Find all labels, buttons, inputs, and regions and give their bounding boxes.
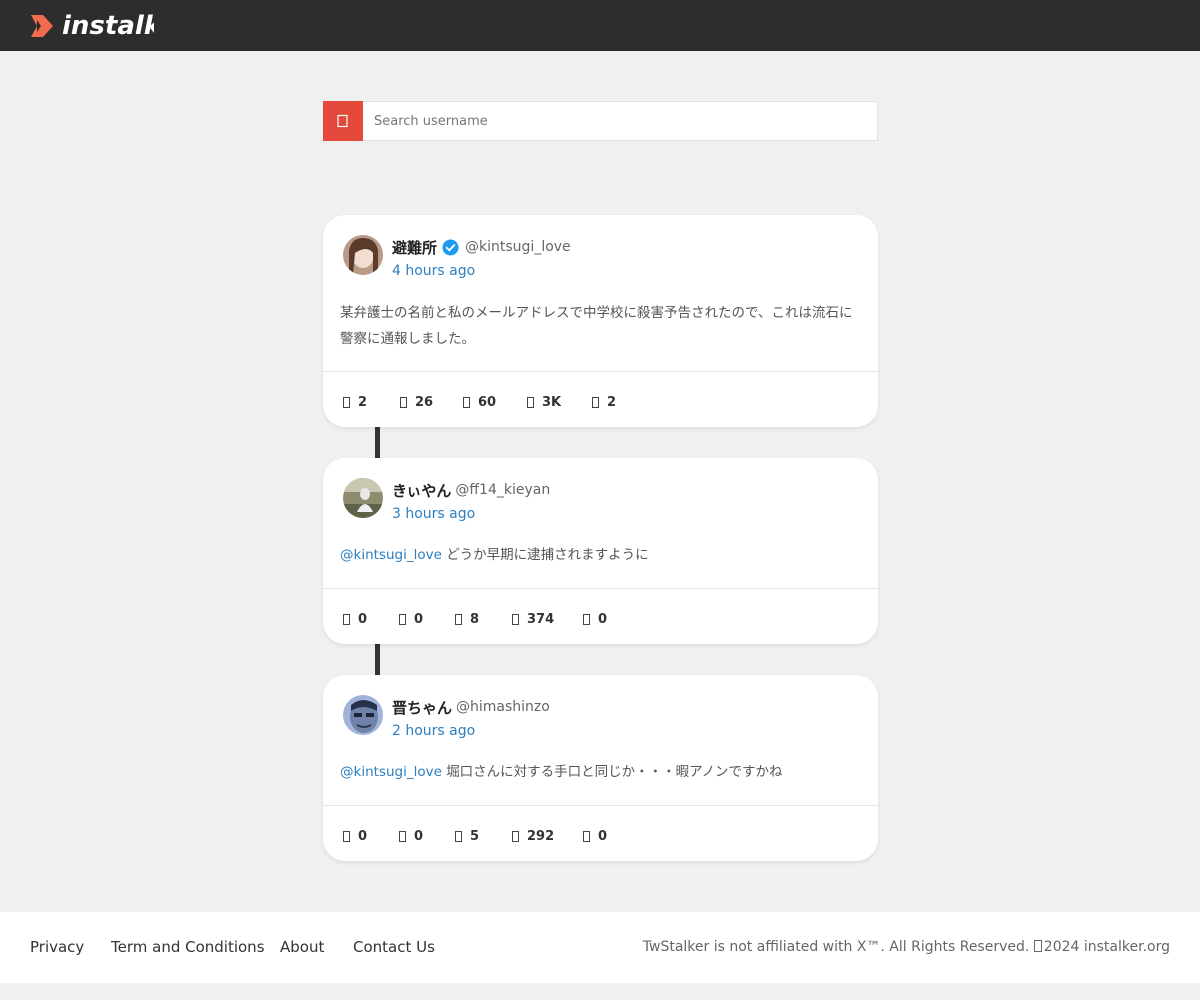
search-bar: [323, 101, 878, 141]
views-icon: [527, 396, 534, 408]
post-stats: 0 0 5 292 0: [343, 826, 607, 846]
avatar[interactable]: [343, 478, 383, 518]
views-icon: [512, 830, 519, 842]
copyright-notice: TwStalker is not affiliated with X™. All…: [643, 939, 1170, 955]
retweet-icon: [399, 830, 406, 842]
author-handle[interactable]: @ff14_kieyan: [455, 482, 550, 498]
view-count[interactable]: 3K: [527, 395, 592, 410]
bookmark-count[interactable]: 0: [583, 829, 607, 844]
reply-count[interactable]: 0: [343, 612, 399, 627]
retweet-count[interactable]: 26: [400, 395, 463, 410]
like-count[interactable]: 5: [455, 829, 512, 844]
mention-link[interactable]: @kintsugi_love: [340, 547, 442, 563]
copyright-year-site: 2024 instalker.org: [1043, 939, 1170, 955]
heart-icon: [455, 613, 462, 625]
post-body: 堀口さんに対する手口と同じか・・・暇アノンですかね: [446, 764, 783, 780]
post-card: 晋ちゃん @himashinzo 2 hours ago @kintsugi_l…: [323, 675, 878, 861]
author-row: 避難所 @kintsugi_love: [392, 235, 571, 259]
author-handle[interactable]: @himashinzo: [456, 699, 550, 715]
divider: [323, 588, 878, 589]
retweet-icon: [399, 613, 406, 625]
search-input[interactable]: [363, 102, 877, 140]
bookmark-icon: [592, 396, 599, 408]
reply-count[interactable]: 2: [343, 395, 400, 410]
bookmark-icon: [583, 613, 590, 625]
bookmark-icon: [583, 830, 590, 842]
post-text: @kintsugi_love 堀口さんに対する手口と同じか・・・暇アノンですかね: [340, 759, 865, 785]
avatar[interactable]: [343, 235, 383, 275]
post-stats: 0 0 8 374 0: [343, 609, 607, 629]
heart-icon: [463, 396, 470, 408]
logo-icon[interactable]: [29, 13, 55, 39]
thread-connector: [375, 644, 380, 675]
top-navbar: instalker: [0, 0, 1200, 51]
retweet-count[interactable]: 0: [399, 612, 455, 627]
divider: [323, 371, 878, 372]
logo-text[interactable]: instalker: [62, 9, 154, 43]
author-name[interactable]: 晋ちゃん: [392, 697, 452, 718]
post-time[interactable]: 2 hours ago: [392, 723, 475, 739]
author-row: 晋ちゃん @himashinzo: [392, 695, 550, 719]
search-button[interactable]: [323, 101, 363, 141]
heart-icon: [455, 830, 462, 842]
views-icon: [512, 613, 519, 625]
post-text: 某弁護士の名前と私のメールアドレスで中学校に殺害予告されたので、これは流石に警察…: [340, 305, 853, 347]
post-time[interactable]: 4 hours ago: [392, 263, 475, 279]
post-card: 避難所 @kintsugi_love 4 hours ago 某弁護士の名前と私…: [323, 215, 878, 427]
post-body: どうか早期に逮捕されますように: [446, 547, 649, 563]
author-handle[interactable]: @kintsugi_love: [465, 239, 571, 255]
footer-link-privacy[interactable]: Privacy: [30, 938, 84, 956]
author-name[interactable]: 避難所: [392, 237, 437, 258]
mention-link[interactable]: @kintsugi_love: [340, 764, 442, 780]
reply-icon: [343, 396, 350, 408]
divider: [323, 805, 878, 806]
view-count[interactable]: 374: [512, 612, 583, 627]
thread-connector: [375, 427, 380, 458]
footer: Privacy Term and Conditions About Contac…: [0, 912, 1200, 983]
search-icon: [337, 114, 348, 128]
retweet-count[interactable]: 0: [399, 829, 455, 844]
author-name[interactable]: きぃやん: [392, 480, 451, 501]
post-time[interactable]: 3 hours ago: [392, 506, 475, 522]
post-card: きぃやん @ff14_kieyan 3 hours ago @kintsugi_…: [323, 458, 878, 644]
author-row: きぃやん @ff14_kieyan: [392, 478, 550, 502]
view-count[interactable]: 292: [512, 829, 583, 844]
like-count[interactable]: 60: [463, 395, 527, 410]
avatar[interactable]: [343, 695, 383, 735]
reply-count[interactable]: 0: [343, 829, 399, 844]
reply-icon: [343, 830, 350, 842]
reply-icon: [343, 613, 350, 625]
post-text: @kintsugi_love どうか早期に逮捕されますように: [340, 542, 865, 568]
like-count[interactable]: 8: [455, 612, 512, 627]
copyright-text: TwStalker is not affiliated with X™. All…: [642, 939, 1030, 955]
post-stats: 2 26 60 3K 2: [343, 392, 616, 412]
verified-badge-icon: [442, 238, 459, 256]
retweet-icon: [400, 396, 407, 408]
footer-link-contact[interactable]: Contact Us: [353, 938, 435, 956]
footer-link-about[interactable]: About: [280, 938, 324, 956]
bookmark-count[interactable]: 2: [592, 395, 616, 410]
footer-link-terms[interactable]: Term and Conditions: [111, 938, 265, 956]
bookmark-count[interactable]: 0: [583, 612, 607, 627]
copyright-icon: [1033, 940, 1042, 952]
